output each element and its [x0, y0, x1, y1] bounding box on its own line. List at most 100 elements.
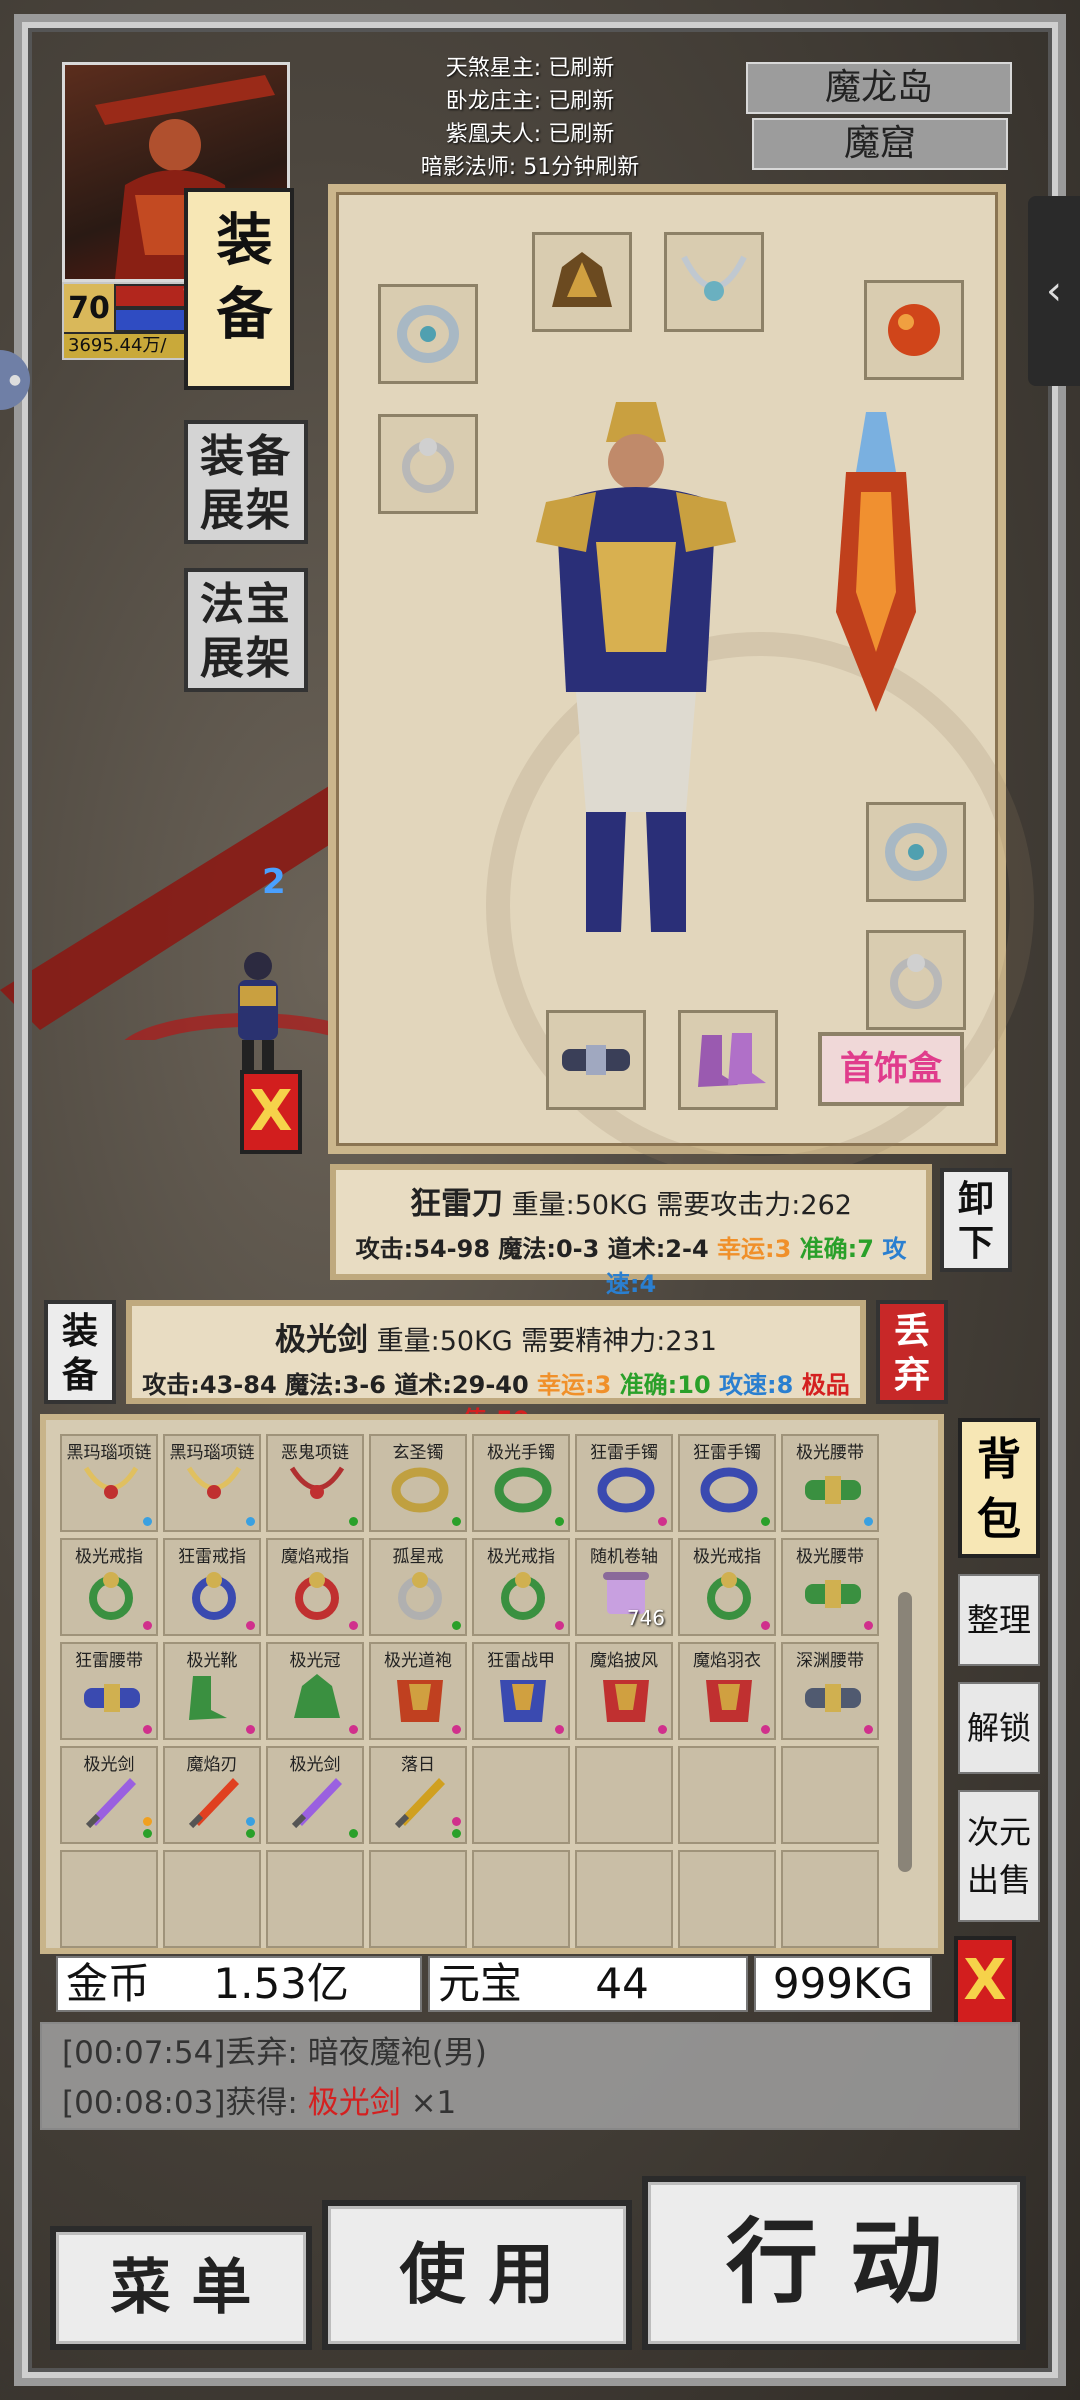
inventory-slot-bracelet[interactable]: 极光手镯 [472, 1434, 570, 1532]
unlock-button[interactable]: 解锁 [958, 1682, 1040, 1774]
slot-right-bracelet[interactable] [866, 802, 966, 902]
item-name: 极光腰带 [796, 1547, 864, 1567]
tab-equipment-label: 装备 [207, 210, 272, 358]
inventory-slot-ring[interactable]: 魔焰戒指 [266, 1538, 364, 1636]
region-button-molong-island[interactable]: 魔龙岛 [746, 62, 1012, 114]
inventory-slot-ring[interactable]: 狂雷戒指 [163, 1538, 261, 1636]
inventory-slot-belt[interactable]: 深渊腰带 [781, 1642, 879, 1740]
jewelry-box-button[interactable]: 首饰盒 [818, 1032, 964, 1106]
inventory-slot-necklace[interactable]: 黑玛瑙项链 [60, 1434, 158, 1532]
close-equipment-button[interactable]: X [240, 1070, 302, 1154]
quality-dot [143, 1517, 152, 1526]
unequip-line1: 卸 [957, 1179, 994, 1220]
quality-dot [349, 1829, 358, 1838]
inventory-slot-empty[interactable] [472, 1850, 570, 1948]
inventory-slot-sword[interactable]: 魔焰刃 [163, 1746, 261, 1844]
inventory-slot-empty[interactable] [163, 1850, 261, 1948]
inventory-panel: 黑玛瑙项链 黑玛瑙项链 恶鬼项链 玄圣镯 极光手镯 狂雷手镯 狂雷手镯 极光腰带 极光戒指 狂雷戒… [40, 1414, 944, 1954]
inventory-slot-necklace[interactable]: 黑玛瑙项链 [163, 1434, 261, 1532]
inventory-slot-ring[interactable]: 极光戒指 [472, 1538, 570, 1636]
inventory-scrollbar[interactable] [898, 1592, 912, 1872]
side-collapse-tab[interactable]: ‹ [1028, 196, 1080, 386]
item-name: 极光戒指 [693, 1547, 761, 1567]
slot-boots[interactable] [678, 1010, 778, 1110]
inventory-slot-bracelet[interactable]: 狂雷手镯 [575, 1434, 673, 1532]
inventory-slot-empty[interactable] [266, 1850, 364, 1948]
inventory-slot-empty[interactable] [781, 1746, 879, 1844]
close-bag-button[interactable]: X [954, 1936, 1016, 2026]
boss-refresh-item: 卧龙庄主: 已刷新 [445, 89, 615, 114]
stat-segment: 幸运:3 [537, 1371, 620, 1399]
inventory-slot-belt[interactable]: 极光腰带 [781, 1538, 879, 1636]
slot-medal[interactable] [864, 280, 964, 380]
inventory-slot-scroll[interactable]: 随机卷轴 746 [575, 1538, 673, 1636]
inventory-slot-empty[interactable] [575, 1746, 673, 1844]
use-button[interactable]: 使 用 [322, 2200, 632, 2350]
inventory-slot-empty[interactable] [678, 1746, 776, 1844]
belt-icon [801, 1670, 863, 1730]
quality-dot [452, 1829, 461, 1838]
ring-icon [286, 1566, 348, 1626]
inventory-slot-necklace[interactable]: 恶鬼项链 [266, 1434, 364, 1532]
sell-line2: 出售 [966, 1861, 1031, 1899]
action-button[interactable]: 行 动 [642, 2176, 1026, 2350]
inventory-slot-empty[interactable] [678, 1850, 776, 1948]
sort-button[interactable]: 整理 [958, 1574, 1040, 1666]
inventory-slot-armor[interactable]: 极光道袍 [369, 1642, 467, 1740]
inventory-slot-empty[interactable] [781, 1850, 879, 1948]
quality-dot [246, 1517, 255, 1526]
slot-left-ring[interactable] [378, 414, 478, 514]
item-name: 魔焰披风 [590, 1651, 658, 1671]
inventory-slot-ring[interactable]: 极光戒指 [678, 1538, 776, 1636]
yuanbao-value: 44 [595, 1959, 649, 2008]
inventory-slot-empty[interactable] [60, 1850, 158, 1948]
discard-button[interactable]: 丢 弃 [876, 1300, 948, 1404]
tab-bag[interactable]: 背 包 [958, 1418, 1040, 1558]
inventory-slot-ring[interactable]: 孤星戒 [369, 1538, 467, 1636]
chevron-left-icon: ‹ [1046, 268, 1062, 314]
equipped-item-meta: 重量:50KG 需要攻击力:262 [503, 1190, 852, 1221]
item-name: 玄圣镯 [392, 1443, 444, 1463]
treasure-rack-button[interactable]: 法宝 展架 [184, 568, 308, 692]
inventory-slot-belt[interactable]: 狂雷腰带 [60, 1642, 158, 1740]
slot-belt[interactable] [546, 1010, 646, 1110]
inventory-slot-armor[interactable]: 魔焰披风 [575, 1642, 673, 1740]
slot-left-bracelet[interactable] [378, 284, 478, 384]
badge-icon: ● [8, 372, 22, 388]
inventory-slot-armor[interactable]: 魔焰羽衣 [678, 1642, 776, 1740]
inventory-slot-sword[interactable]: 落日 [369, 1746, 467, 1844]
inventory-slot-belt[interactable]: 极光腰带 [781, 1434, 879, 1532]
slot-helmet[interactable] [532, 232, 632, 332]
item-name: 极光戒指 [75, 1547, 143, 1567]
inventory-slot-sword[interactable]: 极光剑 [60, 1746, 158, 1844]
boss-refresh-item: 暗影法师: 51分钟刷新 [420, 155, 640, 180]
quality-dot [658, 1725, 667, 1734]
necklace-icon [286, 1462, 348, 1522]
inventory-slot-bracelet[interactable]: 狂雷手镯 [678, 1434, 776, 1532]
sword-icon [389, 1774, 451, 1834]
region-button-mo-cave[interactable]: 魔窟 [752, 118, 1008, 170]
menu-button[interactable]: 菜 单 [50, 2226, 312, 2350]
slot-right-ring[interactable] [866, 930, 966, 1030]
equip-item-button[interactable]: 装 备 [44, 1300, 116, 1404]
inventory-slot-bracelet[interactable]: 玄圣镯 [369, 1434, 467, 1532]
equipment-rack-button[interactable]: 装备 展架 [184, 420, 308, 544]
inventory-slot-empty[interactable] [472, 1746, 570, 1844]
inventory-slot-helmet[interactable]: 极光冠 [266, 1642, 364, 1740]
inventory-slot-empty[interactable] [369, 1850, 467, 1948]
unequip-button[interactable]: 卸 下 [940, 1168, 1012, 1272]
inventory-slot-ring[interactable]: 极光戒指 [60, 1538, 158, 1636]
inventory-slot-armor[interactable]: 狂雷战甲 [472, 1642, 570, 1740]
inventory-slot-sword[interactable]: 极光剑 [266, 1746, 364, 1844]
inventory-slot-empty[interactable] [575, 1850, 673, 1948]
slot-necklace[interactable] [664, 232, 764, 332]
quality-dot [761, 1621, 770, 1630]
item-name: 魔焰羽衣 [693, 1651, 761, 1671]
inventory-slot-boots[interactable]: 极光靴 [163, 1642, 261, 1740]
equipped-item-name: 狂雷刀 [410, 1186, 504, 1222]
item-name: 极光剑 [289, 1755, 341, 1775]
tab-equipment[interactable]: 装备 [184, 188, 294, 390]
dimension-sell-button[interactable]: 次元 出售 [958, 1790, 1040, 1922]
belt-icon [801, 1462, 863, 1522]
bag-item-name: 极光剑 [275, 1322, 369, 1358]
